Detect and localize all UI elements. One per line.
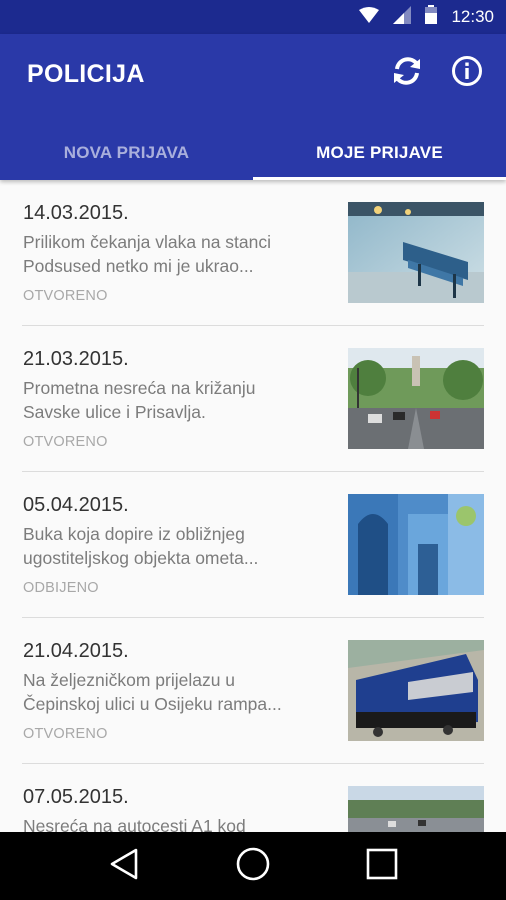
tab-nova-prijava[interactable]: NOVA PRIJAVA	[0, 126, 253, 180]
report-thumbnail	[348, 202, 484, 303]
info-button[interactable]	[450, 55, 484, 92]
report-description-line: ugostiteljskog objekta ometa...	[23, 548, 259, 568]
info-icon	[451, 55, 483, 92]
app-title: POLICIJA	[27, 60, 145, 88]
report-description-line: Prilikom čekanja vlaka na stanci	[23, 232, 272, 252]
report-status: ODBIJENO	[23, 580, 99, 596]
list-item[interactable]: 21.04.2015. Na željezničkom prijelazu u …	[22, 618, 484, 764]
home-button[interactable]	[228, 841, 278, 891]
tab-bar: NOVA PRIJAVA MOJE PRIJAVE	[0, 126, 506, 180]
report-description-line: Podsused netko mi je ukrao...	[23, 256, 254, 276]
report-date: 14.03.2015.	[23, 202, 129, 224]
report-status: OTVORENO	[23, 434, 108, 450]
recents-button[interactable]	[357, 841, 407, 891]
report-description-line: Na željezničkom prijelazu u	[23, 670, 236, 690]
list-item[interactable]: 21.03.2015. Prometna nesreća na križanju…	[22, 326, 484, 472]
report-thumbnail	[348, 786, 484, 832]
report-thumbnail	[348, 640, 484, 741]
status-time: 12:30	[451, 7, 494, 26]
list-item[interactable]: 05.04.2015. Buka koja dopire iz obližnje…	[22, 472, 484, 618]
battery-icon	[425, 5, 438, 29]
recents-icon	[366, 848, 398, 885]
report-description: Buka koja dopire iz obližnjeg ugostitelj…	[23, 522, 328, 570]
report-date: 05.04.2015.	[23, 494, 129, 516]
report-description: Prometna nesreća na križanju Savske ulic…	[23, 376, 328, 424]
report-description: Na željezničkom prijelazu u Čepinskoj ul…	[23, 668, 328, 716]
list-item[interactable]: 07.05.2015. Nesreća na autocesti A1 kod	[22, 764, 484, 832]
app-bar: POLICIJA NOVA PRIJAVA MOJE PRIJAVE	[0, 34, 506, 180]
navigation-bar	[0, 832, 506, 900]
refresh-icon	[389, 53, 425, 94]
back-icon	[109, 847, 139, 886]
report-description-line: Savske ulice i Prisavlja.	[23, 402, 206, 422]
tab-moje-prijave[interactable]: MOJE PRIJAVE	[253, 126, 506, 180]
back-button[interactable]	[99, 841, 149, 891]
report-description-line: Nesreća na autocesti A1 kod	[23, 816, 246, 832]
home-icon	[235, 846, 271, 887]
report-date: 07.05.2015.	[23, 786, 129, 808]
report-description-line: Prometna nesreća na križanju	[23, 378, 256, 398]
report-description: Prilikom čekanja vlaka na stanci Podsuse…	[23, 230, 328, 278]
report-status: OTVORENO	[23, 726, 108, 742]
report-thumbnail	[348, 494, 484, 595]
report-date: 21.04.2015.	[23, 640, 129, 662]
report-status: OTVORENO	[23, 288, 108, 304]
signal-icon	[393, 5, 412, 29]
status-bar: 12:30	[0, 0, 506, 34]
report-description-line: Čepinskoj ulici u Osijeku rampa...	[23, 694, 282, 714]
refresh-button[interactable]	[390, 56, 424, 90]
report-date: 21.03.2015.	[23, 348, 129, 370]
list-item[interactable]: 14.03.2015. Prilikom čekanja vlaka na st…	[22, 180, 484, 326]
app-actions	[390, 55, 484, 92]
reports-list[interactable]: 14.03.2015. Prilikom čekanja vlaka na st…	[0, 180, 506, 832]
report-description-line: Buka koja dopire iz obližnjeg	[23, 524, 245, 544]
wifi-icon	[359, 6, 380, 28]
report-thumbnail	[348, 348, 484, 449]
report-description: Nesreća na autocesti A1 kod	[23, 814, 328, 832]
